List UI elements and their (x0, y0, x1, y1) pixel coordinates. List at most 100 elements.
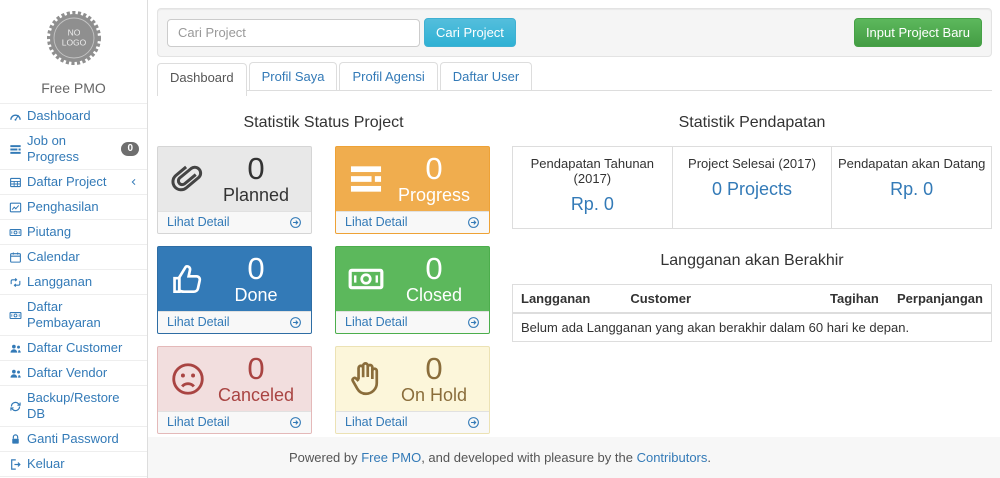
stat-value-link[interactable]: Rp. 0 (890, 179, 933, 200)
status-card-progress: 0Progress Lihat Detail (335, 146, 490, 234)
footer: Powered by Free PMO, and developed with … (0, 437, 1000, 478)
lihat-detail-label: Lihat Detail (345, 415, 408, 429)
refresh-icon (9, 400, 22, 413)
frown-icon (169, 360, 207, 398)
card-stats: 0Done (207, 253, 305, 306)
sidebar-link[interactable]: Daftar Vendor (0, 361, 147, 385)
income-stat-0: Pendapatan Tahunan (2017) Rp. 0 (513, 147, 672, 228)
search-input[interactable] (167, 19, 420, 47)
card-stats: 0Canceled (207, 353, 305, 406)
sidebar-item-ganti-password: Ganti Password (0, 427, 147, 452)
card-stats: 0Progress (385, 153, 483, 206)
tasks-icon (347, 160, 385, 198)
sidebar-link[interactable]: Piutang (0, 220, 147, 244)
sidebar-item-label: Piutang (27, 224, 71, 240)
sidebar-link[interactable]: Backup/Restore DB (0, 386, 147, 426)
sidebar-link[interactable]: Langganan (0, 270, 147, 294)
sidebar-menu: Dashboard Job on Progress0 Daftar Project P… (0, 103, 147, 477)
column-header-langganan: Langganan (513, 285, 623, 314)
sidebar-link[interactable]: Calendar (0, 245, 147, 269)
tab-profil-saya[interactable]: Profil Saya (249, 62, 338, 90)
status-card-closed: 0Closed Lihat Detail (335, 246, 490, 334)
sidebar-link[interactable]: Job on Progress0 (0, 129, 147, 169)
income-column: Statistik Pendapatan Pendapatan Tahunan … (512, 105, 992, 434)
tab-dashboard[interactable]: Dashboard (157, 63, 247, 96)
calendar-icon (9, 251, 22, 264)
status-column: Statistik Status Project 0PlannedLihat D… (157, 105, 490, 434)
stat-value-link[interactable]: 0 Projects (712, 179, 792, 200)
arrow-circle-right-icon (289, 416, 302, 429)
status-card-canceled: 0Canceled Lihat Detail (157, 346, 312, 434)
sidebar-link[interactable]: Penghasilan (0, 195, 147, 219)
status-cards: 0PlannedLihat Detail0ProgressLihat Detai… (157, 146, 490, 434)
lihat-detail-link-onhold[interactable]: Lihat Detail (336, 411, 489, 433)
sidebar-item-keluar: Keluar (0, 452, 147, 477)
footer-link-freepmo[interactable]: Free PMO (361, 450, 421, 465)
search-button[interactable]: Cari Project (424, 18, 516, 47)
card-value: 0 (385, 253, 483, 284)
sidebar-link[interactable]: Ganti Password (0, 427, 147, 451)
card-label: Progress (385, 185, 483, 206)
subscription-empty-row: Belum ada Langganan yang akan berakhir d… (513, 313, 992, 342)
tab-bar: DashboardProfil SayaProfil AgensiDaftar … (157, 62, 992, 91)
sidebar-item-label: Daftar Project (27, 174, 106, 190)
users-icon (9, 367, 22, 380)
no-logo-seal: NO LOGO (44, 8, 104, 68)
sidebar-item-label: Backup/Restore DB (27, 390, 139, 422)
income-stat-1: Project Selesai (2017) 0 Projects (672, 147, 832, 228)
new-project-button[interactable]: Input Project Baru (854, 18, 982, 47)
card-value: 0 (385, 153, 483, 184)
sidebar-item-label: Dashboard (27, 108, 91, 124)
footer-text-middle: , and developed with pleasure by the (421, 450, 636, 465)
hand-icon (347, 360, 385, 398)
line-chart-icon (9, 201, 22, 214)
sidebar-link[interactable]: Daftar Customer (0, 336, 147, 360)
income-stats: Pendapatan Tahunan (2017) Rp. 0 Project Se… (512, 146, 992, 229)
lihat-detail-link-closed[interactable]: Lihat Detail (336, 311, 489, 333)
card-body: 0On Hold (336, 347, 489, 411)
sidebar-item-label: Keluar (27, 456, 65, 472)
stat-value-link[interactable]: Rp. 0 (571, 194, 614, 215)
sidebar-item-label: Penghasilan (27, 199, 99, 215)
footer-text-prefix: Powered by (289, 450, 361, 465)
status-card-done: 0Done Lihat Detail (157, 246, 312, 334)
lihat-detail-label: Lihat Detail (345, 215, 408, 229)
sidebar-link[interactable]: Daftar Project (0, 170, 147, 194)
logo-text-line2: LOGO (61, 38, 86, 48)
lihat-detail-link-done[interactable]: Lihat Detail (158, 311, 311, 333)
sidebar-link[interactable]: Daftar Pembayaran (0, 295, 147, 335)
sidebar-item-label: Langganan (27, 274, 92, 290)
money-icon (9, 309, 22, 322)
stat-label: Pendapatan akan Datang (836, 156, 987, 171)
sidebar-link[interactable]: Dashboard (0, 104, 147, 128)
tab-daftar-user[interactable]: Daftar User (440, 62, 532, 90)
card-value: 0 (207, 253, 305, 284)
sidebar-item-langganan: Langganan (0, 270, 147, 295)
stat-label: Project Selesai (2017) (677, 156, 828, 171)
tab-profil-agensi[interactable]: Profil Agensi (339, 62, 437, 90)
logo-text-line1: NO (67, 28, 80, 38)
lihat-detail-link-progress[interactable]: Lihat Detail (336, 211, 489, 233)
sidebar-item-label: Daftar Vendor (27, 365, 107, 381)
income-section-title: Statistik Pendapatan (512, 114, 992, 132)
column-header-perpanjangan: Perpanjangan (889, 285, 992, 314)
sidebar-link[interactable]: Keluar (0, 452, 147, 476)
card-body: 0Progress (336, 147, 489, 211)
sidebar-item-daftar-vendor: Daftar Vendor (0, 361, 147, 386)
card-body: 0Done (158, 247, 311, 311)
status-card-onhold: 0On Hold Lihat Detail (335, 346, 490, 434)
status-section-title: Statistik Status Project (157, 114, 490, 132)
card-stats: 0Closed (385, 253, 483, 306)
column-header-customer: Customer (622, 285, 822, 314)
sidebar-item-backup-restore-db: Backup/Restore DB (0, 386, 147, 427)
lihat-detail-link-canceled[interactable]: Lihat Detail (158, 411, 311, 433)
column-header-tagihan: Tagihan (822, 285, 889, 314)
footer-link-contributors[interactable]: Contributors (637, 450, 708, 465)
lock-icon (9, 433, 22, 446)
card-label: On Hold (385, 385, 483, 406)
sidebar-item-label: Calendar (27, 249, 80, 265)
stat-label: Pendapatan Tahunan (2017) (517, 156, 668, 186)
lihat-detail-link-planned[interactable]: Lihat Detail (158, 211, 311, 233)
table-icon (9, 176, 22, 189)
dashboard-content: Statistik Status Project 0PlannedLihat D… (157, 105, 992, 434)
